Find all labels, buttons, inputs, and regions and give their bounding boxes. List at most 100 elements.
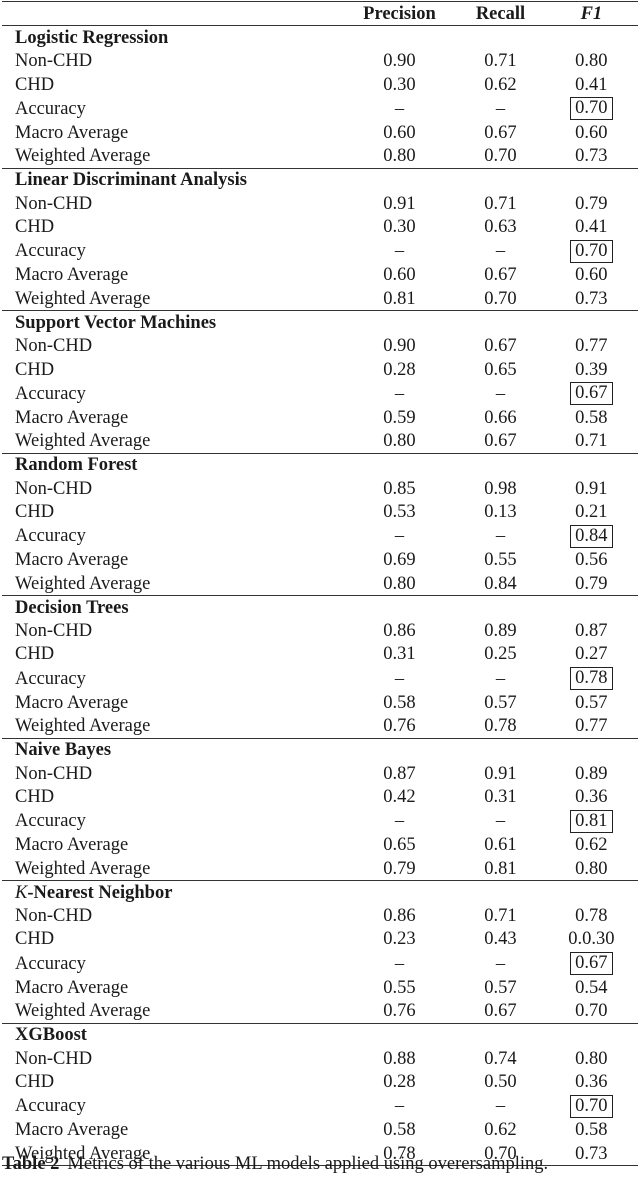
model-heading-row: Support Vector Machines bbox=[2, 311, 638, 335]
row-label: Weighted Average bbox=[15, 288, 151, 309]
model-section: K-Nearest Neighbor Non-CHD 0.86 0.71 0.78 CHD… bbox=[2, 881, 638, 1024]
accuracy-highlight-box: 0.67 bbox=[570, 952, 613, 976]
recall-cell: 0.67 bbox=[484, 1001, 517, 1022]
header-f1: F1 bbox=[580, 3, 603, 24]
row-label: Non-CHD bbox=[15, 763, 93, 784]
recall-cell: 0.70 bbox=[484, 146, 517, 167]
recall-cell: 0.61 bbox=[484, 835, 517, 856]
table-row: Weighted Average 0.80 0.70 0.73 bbox=[2, 144, 638, 168]
recall-cell: 0.57 bbox=[484, 692, 517, 713]
table-row: Macro Average 0.55 0.57 0.54 bbox=[2, 976, 638, 999]
recall-cell: – bbox=[495, 383, 506, 404]
accuracy-highlight-box: 0.67 bbox=[570, 382, 613, 406]
row-label: Macro Average bbox=[15, 835, 129, 856]
model-name-text: Linear Discriminant Analysis bbox=[15, 170, 247, 191]
recall-cell: – bbox=[495, 811, 506, 832]
precision-cell: 0.23 bbox=[383, 929, 416, 950]
row-label: CHD bbox=[15, 929, 55, 950]
recall-cell: 0.70 bbox=[484, 288, 517, 309]
row-label: CHD bbox=[15, 74, 55, 95]
model-name: K-Nearest Neighbor bbox=[2, 881, 638, 905]
accuracy-highlight-box: 0.70 bbox=[570, 97, 613, 121]
precision-cell: 0.79 bbox=[383, 858, 416, 879]
row-label: CHD bbox=[15, 644, 55, 665]
table-row: Accuracy – – 0.81 bbox=[2, 809, 638, 834]
f1-cell: 0.58 bbox=[575, 1120, 608, 1141]
table-header: Precision Recall F1 bbox=[2, 1, 638, 26]
f1-cell: 0.84 bbox=[545, 524, 638, 549]
table-row: Accuracy – – 0.70 bbox=[2, 96, 638, 121]
model-section: Linear Discriminant Analysis Non-CHD 0.91 0… bbox=[2, 168, 638, 311]
f1-cell: 0.78 bbox=[575, 906, 608, 927]
recall-cell: 0.67 bbox=[484, 336, 517, 357]
row-label: CHD bbox=[15, 359, 55, 380]
table-row: Accuracy – – 0.67 bbox=[2, 951, 638, 976]
metrics-table: Precision Recall F1 Logistic Regression N… bbox=[2, 1, 638, 1166]
f1-cell: 0.60 bbox=[575, 265, 608, 286]
precision-cell: 0.90 bbox=[383, 336, 416, 357]
model-name-text: Random Forest bbox=[15, 455, 138, 476]
table-row: Non-CHD 0.90 0.71 0.80 bbox=[2, 50, 638, 73]
row-label: Macro Average bbox=[15, 977, 129, 998]
row-label: Weighted Average bbox=[15, 573, 151, 594]
recall-cell: 0.62 bbox=[484, 74, 517, 95]
document-page: Precision Recall F1 Logistic Regression N… bbox=[0, 0, 640, 1177]
model-section: XGBoost Non-CHD 0.88 0.74 0.80 CHD 0.28 0.50 0.3… bbox=[2, 1023, 638, 1166]
precision-cell: – bbox=[394, 98, 405, 119]
accuracy-highlight-box: 0.84 bbox=[570, 524, 613, 548]
row-label: Non-CHD bbox=[15, 621, 93, 642]
f1-cell: 0.71 bbox=[575, 431, 608, 452]
row-label: CHD bbox=[15, 786, 55, 807]
model-section: Decision Trees Non-CHD 0.86 0.89 0.87 CHD 0.31… bbox=[2, 596, 638, 739]
recall-cell: 0.67 bbox=[484, 265, 517, 286]
precision-cell: 0.60 bbox=[383, 265, 416, 286]
model-name-text: XGBoost bbox=[15, 1025, 87, 1046]
model-name: Support Vector Machines bbox=[2, 311, 638, 335]
precision-cell: 0.80 bbox=[383, 431, 416, 452]
accuracy-highlight-box: 0.70 bbox=[570, 239, 613, 263]
f1-cell: 0.60 bbox=[575, 122, 608, 143]
precision-cell: – bbox=[394, 811, 405, 832]
table-row: Macro Average 0.69 0.55 0.56 bbox=[2, 549, 638, 572]
recall-cell: 0.25 bbox=[484, 644, 517, 665]
row-label: Accuracy bbox=[15, 241, 86, 262]
recall-cell: – bbox=[495, 668, 506, 689]
row-label: Accuracy bbox=[15, 526, 86, 547]
precision-cell: 0.58 bbox=[383, 692, 416, 713]
f1-cell: 0.67 bbox=[545, 381, 638, 406]
recall-cell: 0.67 bbox=[484, 122, 517, 143]
header-label-column bbox=[2, 2, 343, 26]
precision-cell: 0.76 bbox=[383, 1001, 416, 1022]
f1-cell: 0.80 bbox=[575, 858, 608, 879]
model-heading-row: Linear Discriminant Analysis bbox=[2, 168, 638, 192]
recall-cell: 0.91 bbox=[484, 763, 517, 784]
row-label: Weighted Average bbox=[15, 858, 151, 879]
f1-cell: 0.62 bbox=[575, 835, 608, 856]
table-row: Macro Average 0.59 0.66 0.58 bbox=[2, 406, 638, 429]
f1-cell: 0.79 bbox=[575, 573, 608, 594]
precision-cell: 0.87 bbox=[383, 763, 416, 784]
model-name-text: Naive Bayes bbox=[15, 740, 112, 761]
precision-cell: 0.42 bbox=[383, 786, 416, 807]
precision-cell: 0.88 bbox=[383, 1048, 416, 1069]
precision-cell: – bbox=[394, 241, 405, 262]
table-row: Macro Average 0.65 0.61 0.62 bbox=[2, 834, 638, 857]
table-row: CHD 0.42 0.31 0.36 bbox=[2, 785, 638, 808]
row-label: Accuracy bbox=[15, 1096, 86, 1117]
row-label: Macro Average bbox=[15, 550, 129, 571]
f1-cell: 0.36 bbox=[575, 1071, 608, 1092]
recall-cell: 0.66 bbox=[484, 407, 517, 428]
header-precision: Precision bbox=[363, 3, 436, 24]
row-label: Macro Average bbox=[15, 692, 129, 713]
model-heading-row: XGBoost bbox=[2, 1023, 638, 1047]
recall-cell: – bbox=[495, 98, 506, 119]
caption-text: Metrics of the various ML models applied… bbox=[67, 1154, 549, 1174]
f1-cell: 0.70 bbox=[545, 96, 638, 121]
model-name-text: Decision Trees bbox=[15, 597, 129, 618]
precision-cell: 0.30 bbox=[383, 217, 416, 238]
table-row: Non-CHD 0.87 0.91 0.89 bbox=[2, 762, 638, 785]
precision-cell: 0.85 bbox=[383, 478, 416, 499]
table-row: Accuracy – – 0.78 bbox=[2, 666, 638, 691]
recall-cell: 0.65 bbox=[484, 359, 517, 380]
f1-cell: 0.87 bbox=[575, 621, 608, 642]
